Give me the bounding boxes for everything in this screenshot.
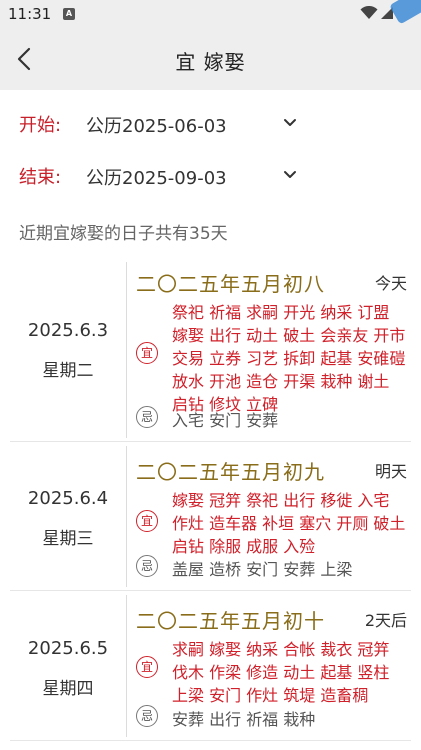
solar-date: 2025.6.5 xyxy=(27,638,109,659)
yi-badge: 宜 xyxy=(136,342,158,364)
relative-day: 2天后 xyxy=(364,611,407,630)
end-label: 结束: xyxy=(19,167,62,188)
ji-badge: 忌 xyxy=(136,406,158,428)
day-card[interactable]: 2025.6.4 星期三 二〇二五年五月初九 明天 宜 嫁娶 冠笄 祭祀 出行 … xyxy=(10,442,411,591)
status-bar: 11:31 A xyxy=(0,0,421,30)
divider xyxy=(126,262,127,438)
yi-activities: 求嗣 嫁娶 纳采 合帐 裁衣 冠笄 伐木 作梁 修造 动土 起基 竖柱 上梁 安… xyxy=(172,640,390,705)
ji-activities: 盖屋 造桥 安门 安葬 上梁 xyxy=(172,560,353,579)
start-date-value[interactable]: 公历2025-06-03 xyxy=(86,112,227,138)
ji-activities: 安葬 出行 祈福 栽种 xyxy=(172,710,316,729)
relative-day: 明天 xyxy=(374,462,407,481)
solar-date: 2025.6.4 xyxy=(27,488,109,509)
app-bar: 宜 嫁娶 xyxy=(0,30,421,90)
lunar-date: 二〇二五年五月初十 xyxy=(136,609,325,633)
notification-icon: A xyxy=(63,8,75,20)
yi-badge: 宜 xyxy=(136,656,158,678)
yi-activities: 嫁娶 冠笄 祭祀 出行 移徙 入宅 作灶 造车器 补垣 塞穴 开厕 破土 启钻 … xyxy=(172,491,406,556)
ji-badge: 忌 xyxy=(136,555,158,577)
ji-badge: 忌 xyxy=(136,705,158,727)
overlay-decoration xyxy=(389,0,421,25)
chevron-down-icon[interactable] xyxy=(282,115,298,131)
start-date-row[interactable]: 开始: 公历2025-06-03 xyxy=(0,103,421,143)
lunar-date: 二〇二五年五月初八 xyxy=(136,272,325,296)
wifi-icon xyxy=(360,6,378,19)
weekday: 星期三 xyxy=(42,529,94,549)
chevron-down-icon[interactable] xyxy=(282,167,298,183)
page-title: 宜 嫁娶 xyxy=(175,50,246,74)
yi-badge: 宜 xyxy=(136,510,158,532)
end-date-value[interactable]: 公历2025-09-03 xyxy=(86,164,227,190)
status-time: 11:31 xyxy=(8,5,52,23)
result-summary: 近期宜嫁娶的日子共有35天 xyxy=(19,224,228,244)
lunar-date: 二〇二五年五月初九 xyxy=(136,460,325,484)
weekday: 星期二 xyxy=(42,361,94,381)
weekday: 星期四 xyxy=(42,679,94,699)
start-label: 开始: xyxy=(19,115,62,136)
yi-activities: 祭祀 祈福 求嗣 开光 纳采 订盟 嫁娶 出行 动土 破土 会亲友 开市 交易 … xyxy=(172,303,406,414)
relative-day: 今天 xyxy=(374,274,407,293)
solar-date: 2025.6.3 xyxy=(27,320,109,341)
ji-activities: 入宅 安门 安葬 xyxy=(172,411,279,430)
end-date-row[interactable]: 结束: 公历2025-09-03 xyxy=(0,155,421,195)
day-card[interactable]: 2025.6.3 星期二 二〇二五年五月初八 今天 宜 祭祀 祈福 求嗣 开光 … xyxy=(10,258,411,442)
day-card[interactable]: 2025.6.5 星期四 二〇二五年五月初十 2天后 宜 求嗣 嫁娶 纳采 合帐… xyxy=(10,591,411,741)
divider xyxy=(126,446,127,587)
divider xyxy=(126,595,127,737)
